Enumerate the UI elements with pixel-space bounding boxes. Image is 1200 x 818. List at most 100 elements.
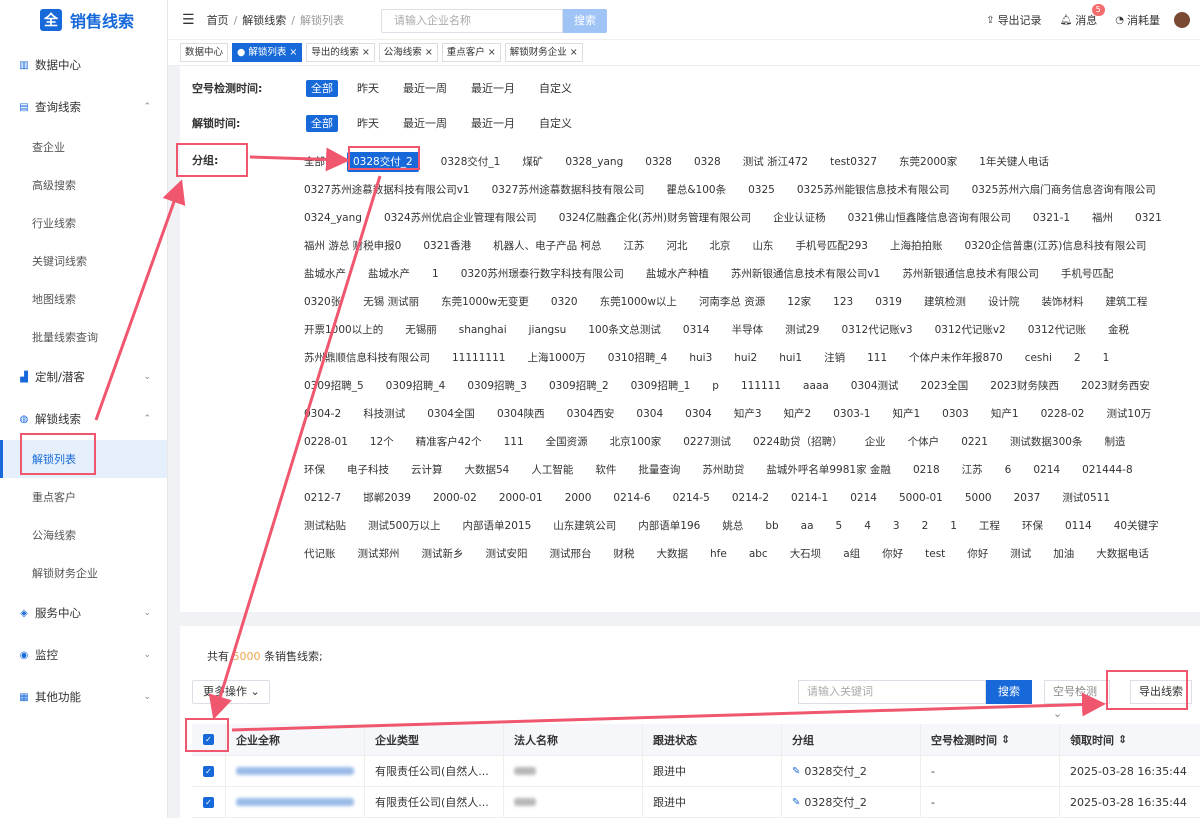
group-tag[interactable]: 0312代记账v2	[935, 316, 1006, 344]
group-tag[interactable]: 知产1	[991, 400, 1019, 428]
row-checkbox[interactable]: ✓	[203, 796, 214, 808]
group-tag[interactable]: 0212-7	[304, 484, 341, 512]
group-tag[interactable]: 0312代记账	[1028, 316, 1086, 344]
sidebar-item[interactable]: 高级搜索	[0, 166, 167, 204]
group-tag[interactable]: 6	[1005, 456, 1012, 484]
group-tag[interactable]: 0325苏州能银信息技术有限公司	[797, 176, 950, 204]
sidebar-item[interactable]: 查企业	[0, 128, 167, 166]
group-tag[interactable]: 无锡丽	[405, 316, 437, 344]
breadcrumb-home[interactable]: 首页	[207, 14, 229, 27]
group-tag[interactable]: 5000	[965, 484, 992, 512]
group-tag[interactable]: 0321-1	[1033, 204, 1070, 232]
group-tag[interactable]: 0314	[683, 316, 710, 344]
group-tag[interactable]: test0327	[830, 148, 877, 176]
group-tag[interactable]: 5000-01	[899, 484, 943, 512]
filter-option[interactable]: 昨天	[352, 80, 384, 97]
table-row[interactable]: ✓ 有限责任公司(自然人... 跟进中 ✎ 0328交付_2 - 2025-03-…	[192, 787, 1200, 818]
filter-option[interactable]: 最近一周	[398, 115, 452, 132]
sidebar-group[interactable]: ▦ 其他功能 ⌄	[0, 676, 167, 718]
group-tag[interactable]: 0304西安	[567, 400, 615, 428]
group-tag[interactable]: 0320张	[304, 288, 341, 316]
group-tag[interactable]: 手机号匹配293	[795, 232, 868, 260]
group-tag[interactable]: 科技测试	[363, 400, 405, 428]
sidebar-item[interactable]: 行业线索	[0, 204, 167, 242]
group-tag[interactable]: 上海1000万	[527, 344, 585, 372]
group-tag[interactable]: 山东	[752, 232, 773, 260]
keyword-input[interactable]: 请输入关键词	[798, 680, 986, 704]
group-tag[interactable]: 东莞1000w无变更	[441, 288, 529, 316]
group-tag[interactable]: 0224助贷（招聘）	[753, 428, 843, 456]
filter-option[interactable]: 最近一周	[398, 80, 452, 97]
group-tag[interactable]: 大数据电话	[1096, 540, 1149, 568]
group-tag[interactable]: 0228-01	[304, 428, 348, 456]
group-tag[interactable]: 0114	[1065, 512, 1092, 540]
group-tag[interactable]: 2023财务陕西	[990, 372, 1059, 400]
group-tag[interactable]: 0309招聘_5	[304, 372, 364, 400]
group-tag[interactable]: 测试郑州	[358, 540, 400, 568]
tab[interactable]: 数据中心	[180, 43, 229, 62]
group-tag[interactable]: 0328_yang	[565, 148, 623, 176]
group-tag[interactable]: 环保	[1022, 512, 1043, 540]
group-tag[interactable]: 手机号匹配	[1061, 260, 1114, 288]
breadcrumb-unlock[interactable]: 解锁线索	[242, 14, 286, 27]
group-tag[interactable]: 0214-2	[732, 484, 769, 512]
close-icon[interactable]: ×	[570, 47, 578, 58]
group-tag[interactable]: 0320苏州璟泰行数字科技有限公司	[461, 260, 624, 288]
group-tag[interactable]: 1	[950, 512, 957, 540]
group-tag[interactable]: aaaa	[803, 372, 829, 400]
group-tag[interactable]: 111	[867, 344, 887, 372]
group-tag[interactable]: 2	[922, 512, 929, 540]
edit-icon[interactable]: ✎	[792, 797, 800, 808]
group-tag[interactable]: 加油	[1053, 540, 1074, 568]
table-row[interactable]: ✓ 有限责任公司(自然人... 跟进中 ✎ 0328交付_2 - 2025-03-…	[192, 756, 1200, 787]
group-tag[interactable]: 12家	[787, 288, 811, 316]
group-tag[interactable]: 2000-02	[433, 484, 477, 512]
group-tag[interactable]: 0324亿融鑫企化(苏州)财务管理有限公司	[559, 204, 751, 232]
group-tag[interactable]: 知产2	[784, 400, 812, 428]
sidebar-item[interactable]: 地图线索	[0, 280, 167, 318]
edit-icon[interactable]: ✎	[792, 766, 800, 777]
company-search-input[interactable]: 请输入企业名称	[381, 9, 563, 33]
close-icon[interactable]: ×	[425, 47, 433, 58]
group-tag[interactable]: 测试数据300条	[1010, 428, 1083, 456]
sidebar-group[interactable]: ▟ 定制/潜客 ⌄	[0, 356, 167, 398]
sidebar-item[interactable]: 关键词线索	[0, 242, 167, 280]
group-tag[interactable]: 40关键字	[1114, 512, 1159, 540]
group-tag[interactable]: 苏州新银通信息技术有限公司	[902, 260, 1039, 288]
group-tag[interactable]: 工程	[979, 512, 1000, 540]
group-tag[interactable]: 你好	[882, 540, 903, 568]
col-receive-time[interactable]: 领取时间 ⇕	[1059, 724, 1200, 755]
group-tag[interactable]: 装饰材料	[1041, 288, 1083, 316]
group-tag[interactable]: 人工智能	[531, 456, 573, 484]
empty-check-select[interactable]: 空号检测 ⌄	[1044, 680, 1110, 720]
group-tag[interactable]: 全国资源	[546, 428, 588, 456]
group-tag[interactable]: 123	[833, 288, 853, 316]
group-tag[interactable]: 设计院	[988, 288, 1020, 316]
group-tag[interactable]: 0303-1	[833, 400, 870, 428]
group-tag[interactable]: 0309招聘_4	[386, 372, 446, 400]
sidebar-item[interactable]: 解锁财务企业	[0, 554, 167, 592]
group-tag[interactable]: 测试29	[785, 316, 819, 344]
group-tag[interactable]: 大数据	[657, 540, 689, 568]
close-icon[interactable]: ×	[362, 47, 370, 58]
group-tag[interactable]: 0214	[1033, 456, 1060, 484]
group-tag[interactable]: 0328	[645, 148, 672, 176]
group-tag[interactable]: 2	[1074, 344, 1081, 372]
group-tag[interactable]: 0320企信普惠(江苏)信息科技有限公司	[964, 232, 1146, 260]
group-tag[interactable]: 煤矿	[522, 148, 543, 176]
tab[interactable]: ● 解锁列表 ×	[232, 43, 303, 62]
group-tag[interactable]: abc	[749, 540, 768, 568]
group-tag[interactable]: p	[712, 372, 719, 400]
group-tag[interactable]: 测试500万以上	[368, 512, 441, 540]
filter-option[interactable]: 最近一月	[466, 115, 520, 132]
group-tag[interactable]: 12个	[370, 428, 394, 456]
group-tag[interactable]: 0327苏州途慕数据科技有限公司	[492, 176, 645, 204]
group-tag[interactable]: 0328	[694, 148, 721, 176]
group-tag[interactable]: 知产3	[734, 400, 762, 428]
group-tag[interactable]: 企业认证杨	[773, 204, 826, 232]
company-search-button[interactable]: 搜索	[563, 9, 607, 33]
group-tag[interactable]: shanghai	[459, 316, 507, 344]
group-tag[interactable]: 山东建筑公司	[553, 512, 616, 540]
group-tag[interactable]: 111	[504, 428, 524, 456]
more-actions-dropdown[interactable]: 更多操作 ⌄	[192, 680, 270, 704]
